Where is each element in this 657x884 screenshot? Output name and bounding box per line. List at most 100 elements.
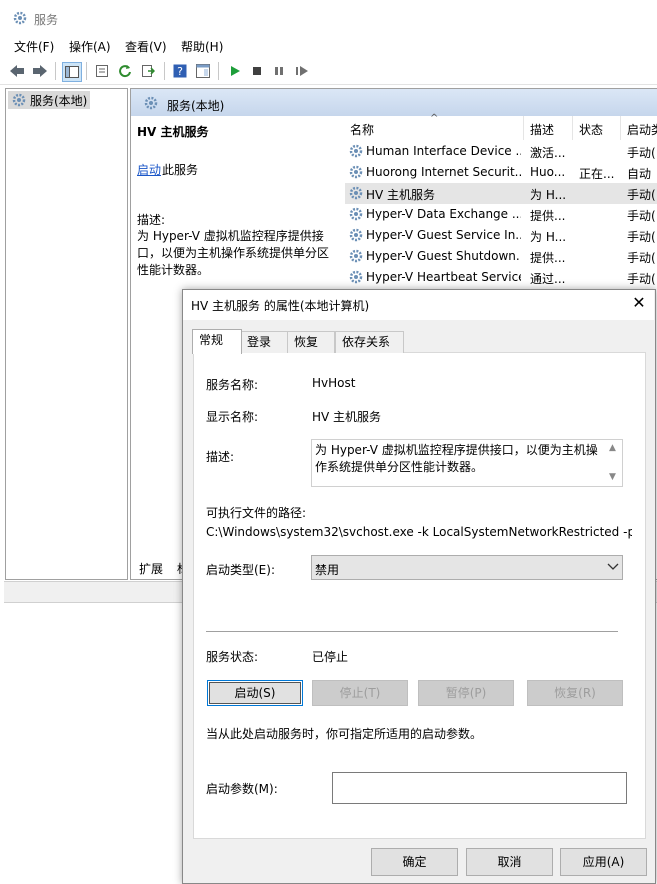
service-desc-cell: 提供... [530, 209, 566, 223]
column-startup[interactable]: 启动类 [627, 121, 657, 138]
description-value: 为 Hyper-V 虚拟机监控程序提供接口，以便为主机操作系统提供单分区性能计数… [315, 443, 598, 474]
toolbar-divider [86, 62, 87, 80]
gear-icon [349, 249, 363, 263]
pause-icon[interactable] [270, 62, 288, 80]
startup-type-select[interactable] [311, 555, 623, 580]
start-service-suffix: 此服务 [162, 163, 199, 177]
column-divider[interactable] [620, 116, 621, 140]
chevron-down-icon [607, 563, 619, 570]
stop-button[interactable]: 停止(T) [312, 680, 408, 706]
description-label: 描述: [137, 213, 166, 227]
service-startup-cell: 手动( [627, 146, 656, 160]
service-startup-cell: 手动( [627, 188, 656, 202]
display-name-value: HV 主机服务 [312, 410, 382, 424]
service-desc-cell: 为 H... [530, 188, 567, 202]
menu-file[interactable]: 文件(F) [14, 38, 54, 55]
tab-extended[interactable]: 扩展 [139, 560, 163, 577]
menu-help[interactable]: 帮助(H) [181, 38, 223, 55]
scroll-up-icon[interactable]: ▲ [609, 443, 616, 453]
column-divider[interactable] [572, 116, 573, 140]
export-icon[interactable] [139, 62, 157, 80]
menu-action[interactable]: 操作(A) [69, 38, 111, 55]
tab-recovery[interactable]: 恢复 [287, 331, 335, 353]
status-label: 服务状态: [206, 650, 259, 664]
service-name-cell: Hyper-V Heartbeat Service [366, 270, 521, 284]
pause-button[interactable]: 暂停(P) [418, 680, 514, 706]
path-value: C:\Windows\system32\svchost.exe -k Local… [206, 525, 632, 539]
window-title: 服务 [34, 13, 59, 27]
start-param-hint: 当从此处启动服务时，你可指定所适用的启动参数。 [206, 727, 483, 741]
close-icon[interactable]: ✕ [629, 293, 649, 313]
service-desc-cell: 为 H... [530, 230, 567, 244]
service-name-cell: HV 主机服务 [366, 188, 436, 202]
scroll-down-icon[interactable]: ▼ [609, 472, 616, 482]
help-icon[interactable]: ? [171, 62, 189, 80]
service-name-label: 服务名称: [206, 378, 259, 392]
apply-button[interactable]: 应用(A) [560, 848, 647, 876]
start-button[interactable]: 启动(S) [207, 680, 303, 706]
display-name-label: 显示名称: [206, 410, 259, 424]
service-status-cell: 正在... [579, 167, 615, 181]
console-tree [5, 88, 128, 580]
general-tab-panel [193, 352, 646, 839]
menu-view[interactable]: 查看(V) [125, 38, 167, 55]
service-name-value: HvHost [312, 376, 356, 390]
column-description[interactable]: 描述 [530, 121, 554, 138]
gear-icon [13, 11, 27, 25]
gear-icon [144, 96, 158, 110]
list-header [335, 116, 657, 140]
service-desc-cell: Huo... [530, 165, 566, 179]
tab-dependencies[interactable]: 依存关系 [335, 331, 404, 353]
start-param-input[interactable] [332, 772, 627, 804]
toolbar-divider [164, 62, 165, 80]
pane-header-label: 服务(本地) [167, 99, 225, 113]
gear-icon [12, 93, 26, 107]
play-icon[interactable] [226, 62, 244, 80]
forward-arrow-icon[interactable] [31, 62, 49, 80]
service-name-cell: Hyper-V Guest Shutdown... [366, 249, 521, 263]
startup-type-value: 禁用 [315, 563, 340, 577]
resume-icon[interactable] [293, 62, 311, 80]
toolbar-divider [218, 62, 219, 80]
start-service-link[interactable]: 启动 [137, 161, 161, 178]
tab-general[interactable]: 常规 [192, 329, 242, 354]
gear-icon [349, 186, 363, 200]
properties-icon[interactable] [93, 62, 111, 80]
gear-icon [349, 228, 363, 242]
refresh-icon[interactable] [116, 62, 134, 80]
resume-button[interactable]: 恢复(R) [527, 680, 623, 706]
status-value: 已停止 [312, 650, 349, 664]
service-startup-cell: 手动( [627, 272, 656, 286]
column-name[interactable]: 名称 [350, 121, 374, 138]
column-divider[interactable] [523, 116, 524, 140]
description-label: 描述: [206, 450, 235, 464]
service-name-cell: Huorong Internet Securit... [366, 165, 521, 179]
stop-icon[interactable] [248, 62, 266, 80]
service-startup-cell: 手动( [627, 209, 656, 223]
column-status[interactable]: 状态 [579, 121, 603, 138]
svg-text:?: ? [177, 65, 183, 78]
description-text: 为 Hyper-V 虚拟机监控程序提供接口，以便为主机操作系统提供单分区性能计数… [137, 229, 330, 277]
console-tree-icon[interactable] [62, 62, 82, 82]
service-desc-cell: 提供... [530, 251, 566, 265]
toolbar-divider [55, 62, 56, 80]
sort-up-icon: ^ [430, 113, 439, 124]
show-pane-icon[interactable] [194, 62, 212, 80]
divider [206, 631, 618, 632]
service-startup-cell: 自动 [627, 167, 652, 181]
path-label: 可执行文件的路径: [206, 506, 307, 520]
dialog-title: HV 主机服务 的属性(本地计算机) [191, 299, 370, 313]
service-startup-cell: 手动( [627, 230, 656, 244]
back-arrow-icon[interactable] [8, 62, 26, 80]
gear-icon [349, 207, 363, 221]
service-name-cell: Hyper-V Guest Service In... [366, 228, 521, 242]
selected-service-name: HV 主机服务 [137, 125, 209, 139]
cancel-button[interactable]: 取消 [466, 848, 553, 876]
service-startup-cell: 手动( [627, 251, 656, 265]
tab-logon[interactable]: 登录 [240, 331, 288, 353]
gear-icon [349, 144, 363, 158]
ok-button[interactable]: 确定 [371, 848, 458, 876]
service-desc-cell: 激活... [530, 146, 566, 160]
start-param-label: 启动参数(M): [206, 782, 278, 796]
service-desc-cell: 通过... [530, 272, 566, 286]
